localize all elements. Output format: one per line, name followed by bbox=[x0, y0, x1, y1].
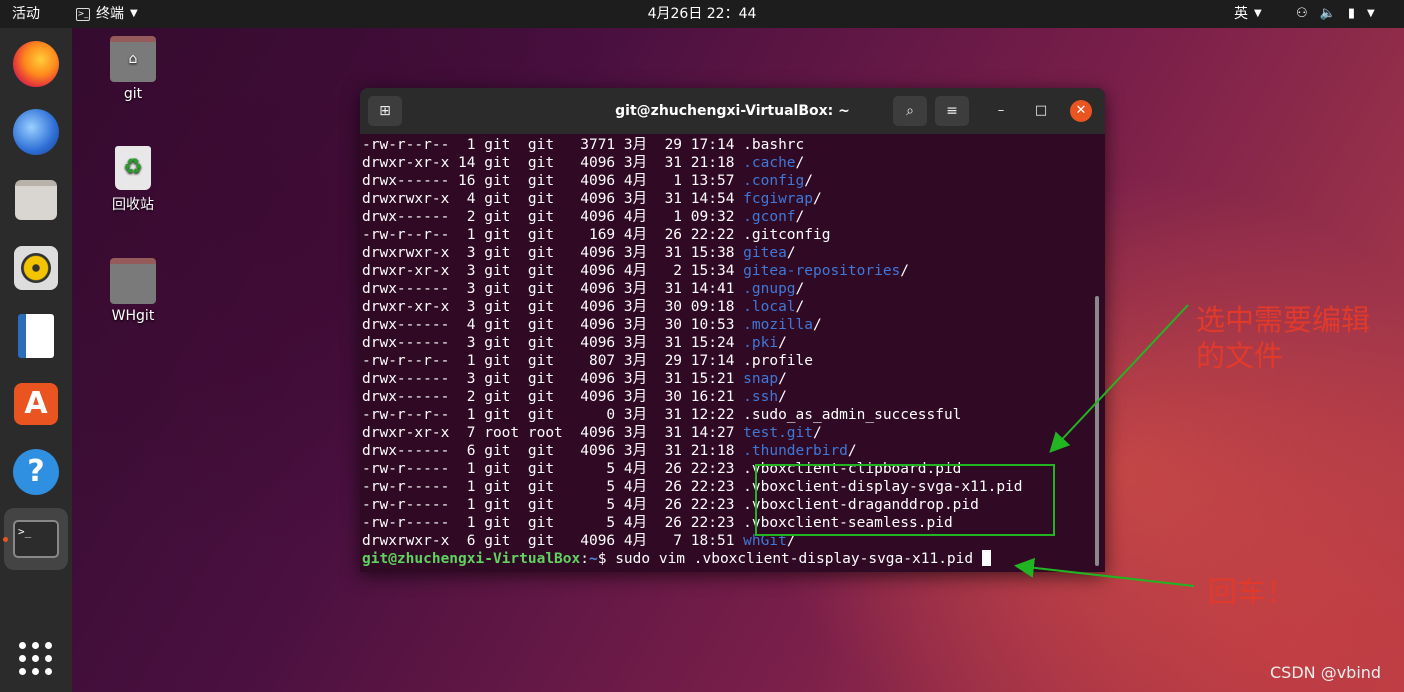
annotation-enter-note: 回车！ bbox=[1208, 575, 1296, 609]
annotation-arrows bbox=[1014, 304, 1195, 587]
annotation-select-note: 选中需要编辑 的文件 bbox=[1196, 303, 1371, 373]
watermark: CSDN @vbind bbox=[1270, 663, 1382, 682]
arrow-to-cursor bbox=[1014, 557, 1195, 587]
arrow-to-selection bbox=[1049, 304, 1189, 453]
